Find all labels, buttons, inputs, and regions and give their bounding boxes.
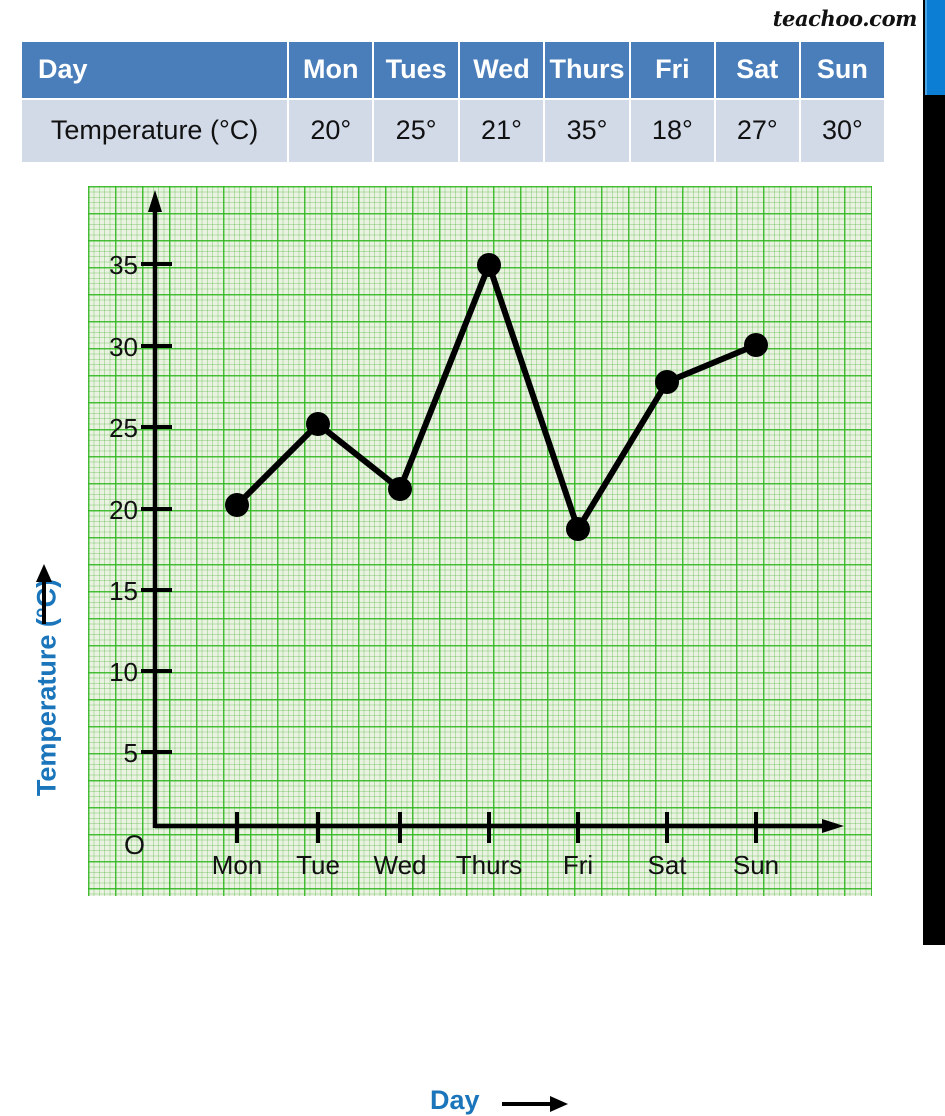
- table-cell-temp-fri: 18°: [630, 100, 714, 162]
- table-header-mon: Mon: [289, 42, 373, 98]
- x-axis: [155, 819, 844, 833]
- table-cell-temp-thurs: 35°: [545, 100, 629, 162]
- table-cell-temp-tues: 25°: [374, 100, 458, 162]
- line-chart: 35 30 25 20 15 10 5 O Mon Tue Wed Thurs …: [0, 182, 900, 1115]
- x-tick-label-sun: Sun: [732, 850, 780, 880]
- data-point-thurs: [477, 253, 501, 277]
- chart-plot-svg: [141, 190, 844, 843]
- edge-stripe: [923, 0, 945, 945]
- table-cell-temp-sun: 30°: [800, 100, 884, 162]
- table-cell-temp-sat: 27°: [715, 100, 799, 162]
- data-point-wed: [388, 477, 412, 501]
- y-tick-label-35: 35: [109, 250, 138, 280]
- table-cell-temp-wed: 21°: [459, 100, 544, 162]
- y-axis-arrow-icon: [36, 564, 52, 624]
- data-point-tue: [306, 412, 330, 436]
- y-tick-label-15: 15: [109, 576, 138, 606]
- y-tick-label-10: 10: [109, 657, 138, 687]
- table-cell-temperature-label: Temperature (°C): [22, 100, 288, 162]
- table-header-sun: Sun: [800, 42, 884, 98]
- y-tick-label-20: 20: [109, 495, 138, 525]
- x-axis-arrow-icon: [502, 1096, 568, 1112]
- table-header-thurs: Thurs: [545, 42, 629, 98]
- origin-label: O: [124, 830, 146, 860]
- table-cell-temp-mon: 20°: [289, 100, 373, 162]
- table-row: Temperature (°C) 20° 25° 21° 35° 18° 27°…: [22, 100, 884, 162]
- edge-stripe-blue-segment: [925, 0, 945, 95]
- data-point-fri: [566, 517, 590, 541]
- y-tick-label-30: 30: [109, 332, 138, 362]
- y-tick-label-25: 25: [109, 413, 138, 443]
- data-line: [234, 262, 758, 532]
- data-point-sat: [655, 370, 679, 394]
- temperature-data-table: Day Mon Tues Wed Thurs Fri Sat Sun Tempe…: [20, 40, 886, 164]
- table-header-day: Day: [22, 42, 288, 98]
- table-header-tues: Tues: [374, 42, 458, 98]
- data-point-mon: [225, 493, 249, 517]
- table-header-sat: Sat: [715, 42, 799, 98]
- table-header-wed: Wed: [459, 42, 544, 98]
- y-tick-label-5: 5: [123, 738, 138, 768]
- data-point-sun: [744, 333, 768, 357]
- table-header-fri: Fri: [630, 42, 714, 98]
- table-header-row: Day Mon Tues Wed Thurs Fri Sat Sun: [22, 42, 884, 98]
- x-axis-title: Day: [430, 1085, 480, 1115]
- watermark-teachoo: teachoo.com: [772, 6, 918, 31]
